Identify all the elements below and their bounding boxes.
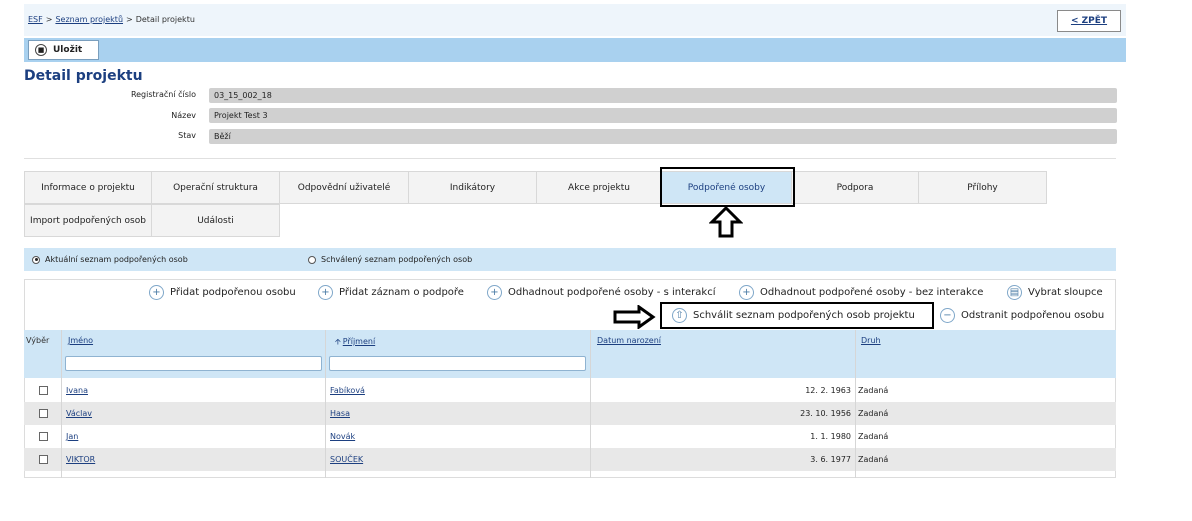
- breadcrumb: ESF > Seznam projektů > Detail projektu: [28, 15, 195, 24]
- select-columns-button[interactable]: ▤ Vybrat sloupce: [1007, 285, 1103, 300]
- plus-icon: +: [318, 285, 333, 300]
- filter-first-name-input[interactable]: [65, 356, 322, 371]
- approve-list-button[interactable]: ⇧ Schválit seznam podpořených osob projek…: [672, 308, 915, 323]
- tab-podpora[interactable]: Podpora: [791, 171, 919, 204]
- tab-podporene-osoby[interactable]: Podpořené osoby: [661, 171, 792, 204]
- radio-label: Schválený seznam podpořených osob: [321, 255, 473, 264]
- field-value-status: Běží: [209, 129, 1117, 144]
- radio-approved-list[interactable]: Schválený seznam podpořených osob: [308, 255, 472, 264]
- column-divider: [855, 330, 856, 478]
- column-header-select: Výběr: [26, 336, 50, 345]
- add-person-button[interactable]: + Přidat podpořenou osobu: [149, 285, 296, 300]
- table-row: Ivana Fabíková 12. 2. 1963 Zadaná: [24, 379, 1116, 402]
- radio-dot: [32, 255, 40, 264]
- field-label-status: Stav: [178, 131, 196, 140]
- row-checkbox[interactable]: [39, 386, 48, 395]
- column-divider: [325, 330, 326, 478]
- first-name-link[interactable]: Jan: [66, 432, 78, 441]
- tab-udalosti[interactable]: Události: [151, 204, 280, 237]
- last-name-link[interactable]: SOUČEK: [330, 455, 363, 464]
- save-label: Uložit: [53, 45, 83, 55]
- list-selector-bar: Aktuální seznam podpořených osob Schvále…: [24, 248, 1116, 271]
- filter-last-name-input[interactable]: [329, 356, 586, 371]
- table-row: Václav Hasa 23. 10. 1956 Zadaná: [24, 402, 1116, 425]
- tab-prilohy[interactable]: Přílohy: [918, 171, 1047, 204]
- first-name-link[interactable]: Ivana: [66, 386, 88, 395]
- column-header-first-name[interactable]: Jméno: [68, 336, 93, 345]
- field-value-name: Projekt Test 3: [209, 108, 1117, 123]
- column-header-kind[interactable]: Druh: [861, 336, 881, 345]
- table-row: VIKTOR SOUČEK 3. 6. 1977 Zadaná: [24, 448, 1116, 471]
- radio-label: Aktuální seznam podpořených osob: [45, 255, 188, 264]
- radio-current-list[interactable]: Aktuální seznam podpořených osob: [32, 255, 188, 264]
- save-button[interactable]: ■ Uložit: [28, 40, 99, 60]
- kind: Zadaná: [858, 386, 889, 395]
- breadcrumb-esf[interactable]: ESF: [28, 15, 43, 24]
- columns-icon: ▤: [1007, 285, 1022, 300]
- upload-icon: ⇧: [672, 308, 687, 323]
- divider: [24, 158, 1116, 159]
- birth-date: 12. 2. 1963: [805, 386, 851, 395]
- field-label-name: Název: [171, 111, 196, 120]
- up-arrow-icon: [709, 206, 743, 238]
- tab-akce-projektu[interactable]: Akce projektu: [536, 171, 662, 204]
- column-header-last-name[interactable]: 🡩 Příjmení: [335, 336, 375, 350]
- back-button[interactable]: < ZPĚT: [1057, 10, 1121, 32]
- kind: Zadaná: [858, 455, 889, 464]
- radio-dot: [308, 255, 316, 264]
- plus-icon: +: [739, 285, 754, 300]
- tab-indikatory[interactable]: Indikátory: [408, 171, 537, 204]
- first-name-link[interactable]: Václav: [66, 409, 92, 418]
- save-icon: ■: [35, 44, 47, 56]
- field-value-registration: 03_15_002_18: [209, 88, 1117, 103]
- last-name-link[interactable]: Fabíková: [330, 386, 365, 395]
- breadcrumb-seznam-projektu[interactable]: Seznam projektů: [55, 15, 123, 24]
- minus-icon: −: [940, 308, 955, 323]
- kind: Zadaná: [858, 432, 889, 441]
- birth-date: 23. 10. 1956: [800, 409, 851, 418]
- row-checkbox[interactable]: [39, 409, 48, 418]
- add-support-record-button[interactable]: + Přidat záznam o podpoře: [318, 285, 464, 300]
- right-arrow-icon: [613, 305, 656, 329]
- top-bar: ESF > Seznam projektů > Detail projektu: [24, 4, 1126, 36]
- column-divider: [590, 330, 591, 478]
- sort-arrow-icon: 🡩: [335, 337, 341, 346]
- birth-date: 1. 1. 1980: [810, 432, 851, 441]
- table-row: Jan Novák 1. 1. 1980 Zadaná: [24, 425, 1116, 448]
- tab-operacni-struktura[interactable]: Operační struktura: [151, 171, 280, 204]
- kind: Zadaná: [858, 409, 889, 418]
- column-divider: [61, 330, 62, 478]
- first-name-link[interactable]: VIKTOR: [66, 455, 95, 464]
- column-header-birth-date[interactable]: Datum narození: [597, 336, 661, 345]
- estimate-without-interaction-button[interactable]: + Odhadnout podpořené osoby - bez interak…: [739, 285, 983, 300]
- tab-import-podporenych-osob[interactable]: Import podpořených osob: [24, 204, 152, 237]
- last-name-link[interactable]: Novák: [330, 432, 355, 441]
- page-title: Detail projektu: [24, 68, 143, 84]
- row-checkbox[interactable]: [39, 432, 48, 441]
- field-label-registration: Registrační číslo: [130, 90, 196, 99]
- birth-date: 3. 6. 1977: [810, 455, 851, 464]
- row-checkbox[interactable]: [39, 455, 48, 464]
- app-window: ESF > Seznam projektů > Detail projektu < ZP…: [0, 0, 1126, 478]
- plus-icon: +: [149, 285, 164, 300]
- last-name-link[interactable]: Hasa: [330, 409, 350, 418]
- plus-icon: +: [487, 285, 502, 300]
- toolbar: ■ Uložit: [24, 38, 1126, 62]
- tab-odpovedni-uzivatele[interactable]: Odpovědní uživatelé: [279, 171, 409, 204]
- estimate-with-interaction-button[interactable]: + Odhadnout podpořené osoby - s interakcí: [487, 285, 715, 300]
- remove-person-button[interactable]: − Odstranit podpořenou osobu: [940, 308, 1104, 323]
- breadcrumb-current: Detail projektu: [135, 15, 195, 24]
- tab-informace-o-projektu[interactable]: Informace o projektu: [24, 171, 152, 204]
